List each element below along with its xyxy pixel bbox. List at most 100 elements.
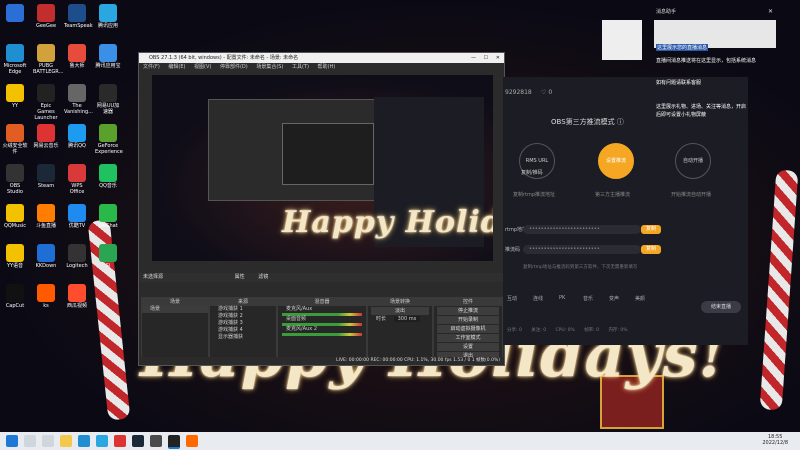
menu-scene-collection[interactable]: 场景集合(S) [256,64,283,70]
obs-icon[interactable] [168,435,180,449]
tool-interact[interactable]: 互动 [507,295,517,302]
tool-beauty[interactable]: 美颜 [635,295,645,302]
desktop-icon[interactable]: Epic Games Launcher [33,84,59,121]
desktop-icon[interactable]: 鲁大师 [64,44,90,69]
maximize-icon[interactable]: ☐ [484,53,488,63]
step-auto-live[interactable]: 自动开播 [675,143,711,179]
clock[interactable]: 18:55 2022/12/8 [762,434,788,446]
desktop-icon[interactable]: OBS Studio [2,164,28,195]
tool-voice[interactable]: 变声 [609,295,619,302]
scene-item[interactable]: 场景 [142,306,208,313]
step-setup[interactable]: 设置推流 [598,143,634,179]
source-item[interactable]: 游戏捕获 4 [210,327,276,334]
room-id: 9292818 [505,89,532,96]
desktop-icon-label: OBS Studio [7,183,23,195]
scenes-dock: 场景 场景 [141,297,209,359]
task-view-icon[interactable] [42,435,54,447]
desktop-icon[interactable]: Logitech [64,244,90,269]
tool-connect[interactable]: 连线 [533,295,543,302]
desktop-icon[interactable]: 优酷TV [64,204,90,229]
desktop-icon[interactable]: GeForce Experience [95,124,123,155]
app-icon[interactable] [114,435,126,447]
search-icon[interactable] [24,435,36,447]
desktop-icon[interactable]: YY语音 [2,244,28,269]
app-icon [99,124,117,142]
desktop-icon[interactable]: WPS Office [64,164,90,195]
source-item[interactable]: 显示器捕获 [210,334,276,341]
desktop-icon-label: 鲁大师 [69,63,85,69]
copy-rtmp-button[interactable]: 复制 [641,225,661,234]
app-icon [99,44,117,62]
app-icon[interactable] [186,435,198,447]
source-item[interactable]: 游戏捕获 1 [210,306,276,313]
menu-edit[interactable]: 编辑(E) [168,64,185,70]
desktop-icon[interactable] [2,4,28,23]
start-icon[interactable] [6,435,18,447]
menu-docks[interactable]: 停靠部件(D) [220,64,248,70]
desktop-icon[interactable]: Steam [33,164,59,189]
copy-stream-key-button[interactable]: 复制 [641,245,661,254]
properties-button[interactable]: 属性 [235,274,245,280]
sources-dock: 来源 游戏捕获 1 游戏捕获 2 游戏捕获 3 游戏捕获 4 显示器捕获 [209,297,277,359]
step-desc: 第三方主播推流 [595,192,631,198]
desktop-icon[interactable]: GeeGee [33,4,59,29]
app-icon[interactable] [96,435,108,447]
settings-button[interactable]: 设置 [437,343,499,351]
desktop-icon[interactable]: QQ音乐 [95,164,121,189]
app-icon [68,164,86,182]
obs-window[interactable]: OBS 27.1.3 (64 bit, windows) - 配置文件: 未命名… [138,52,505,366]
desktop-icon[interactable]: 火绒安全软件 [2,124,28,155]
app-icon[interactable] [150,435,162,447]
desktop-icon[interactable]: PUBG BATTLEGR... [33,44,63,75]
steam-icon[interactable] [132,435,144,447]
menu-help[interactable]: 帮助(H) [318,64,336,70]
desktop-icon[interactable]: WeChat [95,204,121,229]
close-icon[interactable]: ✕ [496,53,500,63]
duration-input[interactable]: 300 ms [393,316,421,322]
end-live-button[interactable]: 结束直播 [701,301,741,313]
desktop-icon[interactable]: 网易UU加速器 [95,84,121,115]
desktop-icon[interactable]: The Vanishing... [64,84,93,115]
edge-icon[interactable] [78,435,90,447]
desktop-icon[interactable]: 腾讯应用宝 [95,44,121,69]
studio-mode-button[interactable]: 工作室模式 [437,334,499,342]
tool-pk[interactable]: PK [559,295,565,301]
desktop-icon[interactable]: YY [2,84,28,109]
tool-music[interactable]: 音乐 [583,295,593,302]
source-item[interactable]: 游戏捕获 3 [210,320,276,327]
stream-key-field[interactable]: •••••••••••••••••••••••• [523,245,641,254]
rtmp-address-field[interactable]: •••••••••••••••••••••••• [523,225,641,234]
menu-file[interactable]: 文件(F) [143,64,160,70]
obs-preview[interactable]: Happy Holidays! [152,75,493,261]
desktop-icon[interactable]: CapCut [2,284,28,309]
desktop-icon[interactable]: 腾讯应用 [95,4,121,29]
transition-select[interactable]: 淡出 [371,307,429,315]
file-explorer-icon[interactable] [60,435,72,447]
desktop-icon[interactable]: 腾讯QQ [64,124,90,149]
menu-tools[interactable]: 工具(T) [292,64,309,70]
filters-button[interactable]: 滤镜 [258,274,268,280]
desktop-icon[interactable]: KKDown [33,244,59,269]
app-icon [37,244,55,262]
desktop-icon[interactable]: 斗鱼直播 [33,204,59,229]
desktop-icon[interactable]: ks [33,284,59,309]
volume-meter[interactable] [282,333,362,336]
desktop-icon[interactable]: 西瓜视频 [64,284,90,309]
desktop-icon[interactable]: Si [95,244,121,269]
desktop-icon[interactable]: QQMusic [2,204,28,229]
source-item[interactable]: 游戏捕获 2 [210,313,276,320]
desktop-icon[interactable]: Microsoft Edge [2,44,28,75]
virtual-camera-button[interactable]: 启动虚拟摄像机 [437,325,499,333]
menu-view[interactable]: 视图(V) [194,64,211,70]
stop-streaming-button[interactable]: 停止推流 [437,307,499,315]
notif-close-icon[interactable]: ✕ [768,8,773,15]
transitions-dock-title: 场景转换 [368,298,432,306]
sources-dock-title: 来源 [210,298,276,306]
start-recording-button[interactable]: 开始录制 [437,316,499,324]
app-icon [6,44,24,62]
desktop-icon[interactable]: TeamSpeak [64,4,93,29]
minimize-icon[interactable]: — [471,53,476,63]
notif-avatar [602,20,642,60]
desktop-icon[interactable]: 网易云音乐 [33,124,59,149]
obs-titlebar[interactable]: OBS 27.1.3 (64 bit, windows) - 配置文件: 未命名… [139,53,504,63]
